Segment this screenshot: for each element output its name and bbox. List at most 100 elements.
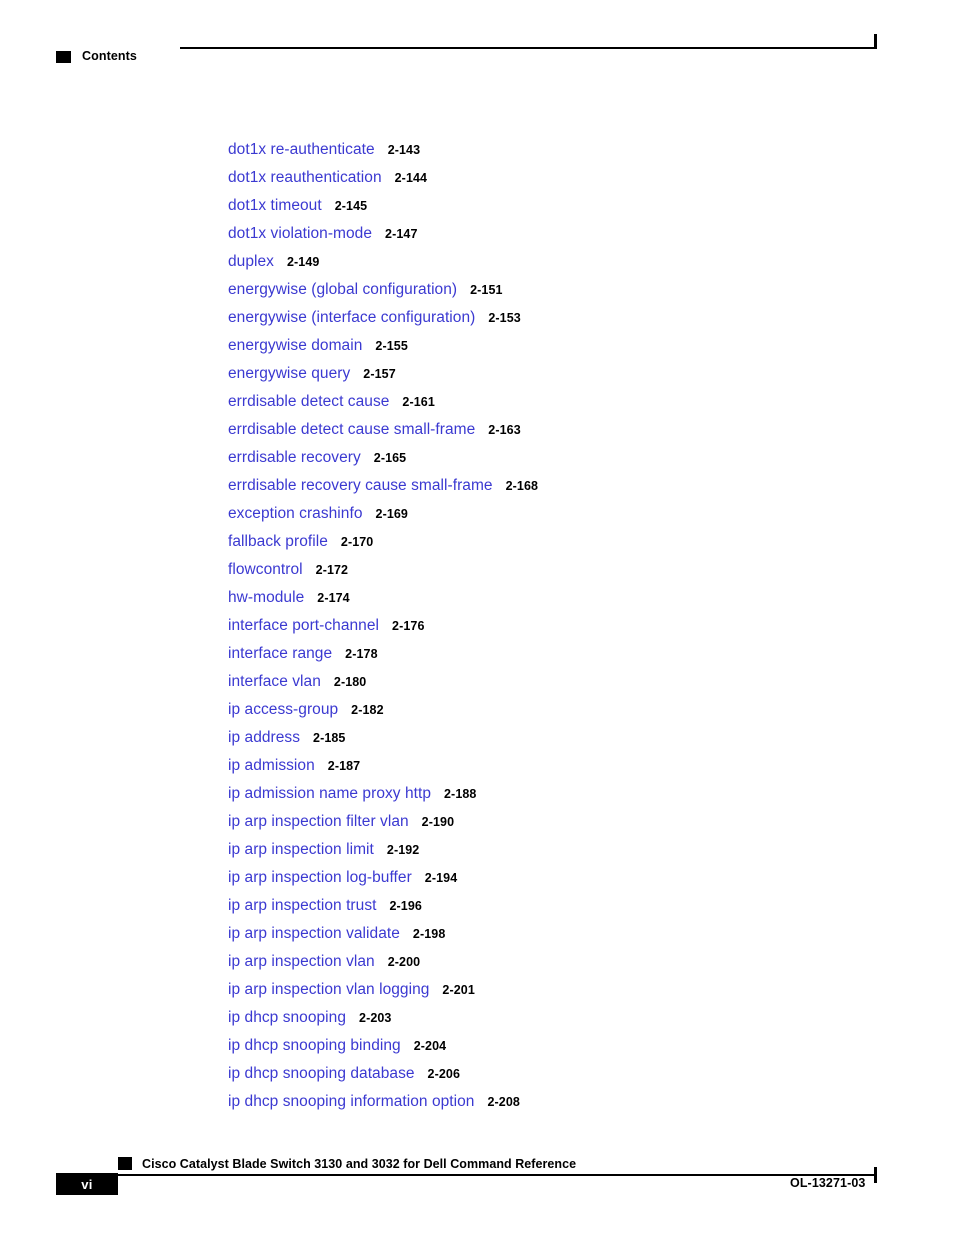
toc-entry-page-number[interactable]: 2-201 — [442, 983, 474, 997]
toc-entry-page-number[interactable]: 2-203 — [359, 1011, 391, 1025]
toc-entry-label[interactable]: errdisable detect cause small-frame — [228, 421, 475, 438]
toc-entry-label[interactable]: interface range — [228, 645, 332, 662]
toc-entry[interactable]: errdisable detect cause 2-161 — [228, 388, 888, 416]
toc-entry-page-number[interactable]: 2-165 — [374, 451, 406, 465]
toc-entry[interactable]: energywise (global configuration) 2-151 — [228, 276, 888, 304]
toc-entry-label[interactable]: duplex — [228, 253, 274, 270]
toc-entry[interactable]: energywise domain 2-155 — [228, 332, 888, 360]
toc-entry-page-number[interactable]: 2-147 — [385, 227, 417, 241]
toc-entry-page-number[interactable]: 2-192 — [387, 843, 419, 857]
toc-entry-label[interactable]: ip admission — [228, 757, 315, 774]
toc-entry[interactable]: ip arp inspection trust 2-196 — [228, 892, 888, 920]
toc-entry[interactable]: errdisable recovery 2-165 — [228, 444, 888, 472]
toc-entry[interactable]: ip address 2-185 — [228, 724, 888, 752]
toc-entry-label[interactable]: interface port-channel — [228, 617, 379, 634]
toc-entry-label[interactable]: errdisable recovery — [228, 449, 361, 466]
toc-entry[interactable]: ip arp inspection limit 2-192 — [228, 836, 888, 864]
toc-entry-label[interactable]: ip dhcp snooping — [228, 1009, 346, 1026]
toc-entry-label[interactable]: errdisable detect cause — [228, 393, 389, 410]
toc-entry-page-number[interactable]: 2-206 — [428, 1067, 460, 1081]
toc-entry[interactable]: ip admission name proxy http 2-188 — [228, 780, 888, 808]
toc-entry[interactable]: ip arp inspection validate 2-198 — [228, 920, 888, 948]
toc-entry[interactable]: interface range 2-178 — [228, 640, 888, 668]
toc-entry[interactable]: ip arp inspection vlan 2-200 — [228, 948, 888, 976]
toc-entry[interactable]: ip dhcp snooping information option 2-208 — [228, 1088, 888, 1116]
toc-entry[interactable]: dot1x violation-mode 2-147 — [228, 220, 888, 248]
toc-entry-label[interactable]: ip admission name proxy http — [228, 785, 431, 802]
toc-entry-page-number[interactable]: 2-161 — [402, 395, 434, 409]
toc-entry-page-number[interactable]: 2-168 — [506, 479, 538, 493]
toc-entry-label[interactable]: ip arp inspection trust — [228, 897, 376, 914]
toc-entry-page-number[interactable]: 2-180 — [334, 675, 366, 689]
toc-entry-page-number[interactable]: 2-143 — [388, 143, 420, 157]
toc-entry-label[interactable]: ip arp inspection filter vlan — [228, 813, 409, 830]
toc-entry-page-number[interactable]: 2-204 — [414, 1039, 446, 1053]
toc-entry-page-number[interactable]: 2-208 — [487, 1095, 519, 1109]
toc-entry-label[interactable]: ip dhcp snooping binding — [228, 1037, 401, 1054]
toc-entry-page-number[interactable]: 2-187 — [328, 759, 360, 773]
toc-entry[interactable]: flowcontrol 2-172 — [228, 556, 888, 584]
toc-entry-page-number[interactable]: 2-198 — [413, 927, 445, 941]
toc-entry[interactable]: dot1x re-authenticate 2-143 — [228, 136, 888, 164]
toc-entry[interactable]: ip dhcp snooping database 2-206 — [228, 1060, 888, 1088]
toc-entry-label[interactable]: ip arp inspection validate — [228, 925, 400, 942]
toc-entry-label[interactable]: ip address — [228, 729, 300, 746]
toc-entry-page-number[interactable]: 2-169 — [376, 507, 408, 521]
toc-entry-label[interactable]: energywise query — [228, 365, 350, 382]
toc-entry-label[interactable]: dot1x timeout — [228, 197, 322, 214]
toc-entry-label[interactable]: flowcontrol — [228, 561, 303, 578]
toc-entry-page-number[interactable]: 2-176 — [392, 619, 424, 633]
toc-entry-label[interactable]: exception crashinfo — [228, 505, 363, 522]
toc-entry-label[interactable]: dot1x reauthentication — [228, 169, 382, 186]
toc-entry-label[interactable]: dot1x violation-mode — [228, 225, 372, 242]
toc-entry-label[interactable]: interface vlan — [228, 673, 321, 690]
toc-entry-label[interactable]: ip arp inspection vlan logging — [228, 981, 429, 998]
toc-entry-label[interactable]: ip dhcp snooping information option — [228, 1093, 474, 1110]
toc-entry-label[interactable]: energywise (interface configuration) — [228, 309, 475, 326]
toc-entry-page-number[interactable]: 2-174 — [317, 591, 349, 605]
toc-entry-label[interactable]: energywise domain — [228, 337, 362, 354]
toc-entry[interactable]: ip arp inspection log-buffer 2-194 — [228, 864, 888, 892]
toc-entry-label[interactable]: ip dhcp snooping database — [228, 1065, 415, 1082]
toc-entry[interactable]: energywise query 2-157 — [228, 360, 888, 388]
toc-entry-page-number[interactable]: 2-145 — [335, 199, 367, 213]
toc-entry[interactable]: errdisable detect cause small-frame 2-163 — [228, 416, 888, 444]
toc-entry[interactable]: errdisable recovery cause small-frame 2-1… — [228, 472, 888, 500]
toc-entry-page-number[interactable]: 2-149 — [287, 255, 319, 269]
toc-entry-page-number[interactable]: 2-190 — [422, 815, 454, 829]
toc-entry-page-number[interactable]: 2-153 — [488, 311, 520, 325]
toc-entry-page-number[interactable]: 2-151 — [470, 283, 502, 297]
toc-entry-label[interactable]: energywise (global configuration) — [228, 281, 457, 298]
toc-entry-label[interactable]: dot1x re-authenticate — [228, 141, 375, 158]
toc-entry-page-number[interactable]: 2-172 — [316, 563, 348, 577]
toc-entry-page-number[interactable]: 2-144 — [395, 171, 427, 185]
toc-entry[interactable]: hw-module 2-174 — [228, 584, 888, 612]
toc-entry-page-number[interactable]: 2-194 — [425, 871, 457, 885]
toc-entry[interactable]: ip dhcp snooping binding 2-204 — [228, 1032, 888, 1060]
toc-entry[interactable]: exception crashinfo 2-169 — [228, 500, 888, 528]
toc-entry[interactable]: ip arp inspection vlan logging 2-201 — [228, 976, 888, 1004]
toc-entry-label[interactable]: hw-module — [228, 589, 304, 606]
toc-entry-page-number[interactable]: 2-178 — [345, 647, 377, 661]
toc-entry-page-number[interactable]: 2-182 — [351, 703, 383, 717]
toc-entry-label[interactable]: ip access-group — [228, 701, 338, 718]
toc-entry-page-number[interactable]: 2-163 — [488, 423, 520, 437]
toc-entry[interactable]: dot1x reauthentication 2-144 — [228, 164, 888, 192]
toc-entry-page-number[interactable]: 2-170 — [341, 535, 373, 549]
toc-entry-page-number[interactable]: 2-196 — [389, 899, 421, 913]
toc-entry[interactable]: ip access-group 2-182 — [228, 696, 888, 724]
toc-entry[interactable]: interface vlan 2-180 — [228, 668, 888, 696]
toc-entry[interactable]: duplex 2-149 — [228, 248, 888, 276]
toc-entry[interactable]: dot1x timeout 2-145 — [228, 192, 888, 220]
toc-entry-page-number[interactable]: 2-185 — [313, 731, 345, 745]
toc-entry-label[interactable]: fallback profile — [228, 533, 328, 550]
toc-entry[interactable]: fallback profile 2-170 — [228, 528, 888, 556]
toc-entry-label[interactable]: errdisable recovery cause small-frame — [228, 477, 493, 494]
toc-entry-label[interactable]: ip arp inspection log-buffer — [228, 869, 412, 886]
toc-entry[interactable]: ip arp inspection filter vlan 2-190 — [228, 808, 888, 836]
toc-entry-page-number[interactable]: 2-157 — [363, 367, 395, 381]
toc-entry-label[interactable]: ip arp inspection limit — [228, 841, 374, 858]
toc-entry-label[interactable]: ip arp inspection vlan — [228, 953, 375, 970]
toc-entry[interactable]: ip dhcp snooping 2-203 — [228, 1004, 888, 1032]
toc-entry-page-number[interactable]: 2-200 — [388, 955, 420, 969]
